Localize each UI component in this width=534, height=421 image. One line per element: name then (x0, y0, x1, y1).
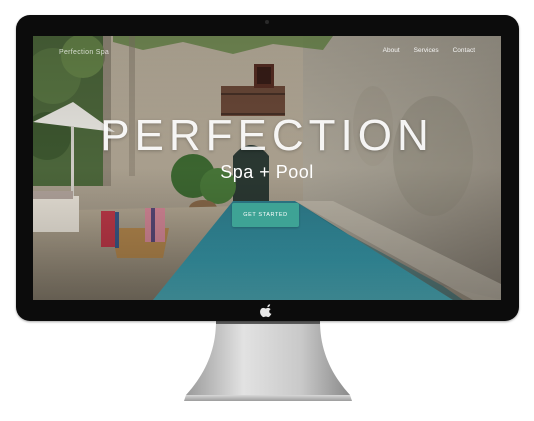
apple-logo-icon (260, 304, 272, 318)
hero-title: PERFECTION (100, 111, 434, 160)
page: Perfection Spa About Services Contact PE… (0, 0, 534, 421)
nav-link-contact[interactable]: Contact (453, 47, 475, 54)
site-nav: About Services Contact (383, 47, 475, 54)
website-screen: Perfection Spa About Services Contact PE… (33, 36, 501, 300)
monitor-bezel: Perfection Spa About Services Contact PE… (16, 15, 519, 321)
monitor-stand (184, 321, 352, 401)
hero-subtitle: Spa + Pool (220, 162, 314, 182)
site-brand[interactable]: Perfection Spa (59, 49, 109, 56)
get-started-button[interactable]: GET STARTED (232, 203, 299, 227)
nav-link-services[interactable]: Services (414, 47, 439, 54)
nav-link-about[interactable]: About (383, 47, 400, 54)
camera-icon (265, 20, 269, 24)
